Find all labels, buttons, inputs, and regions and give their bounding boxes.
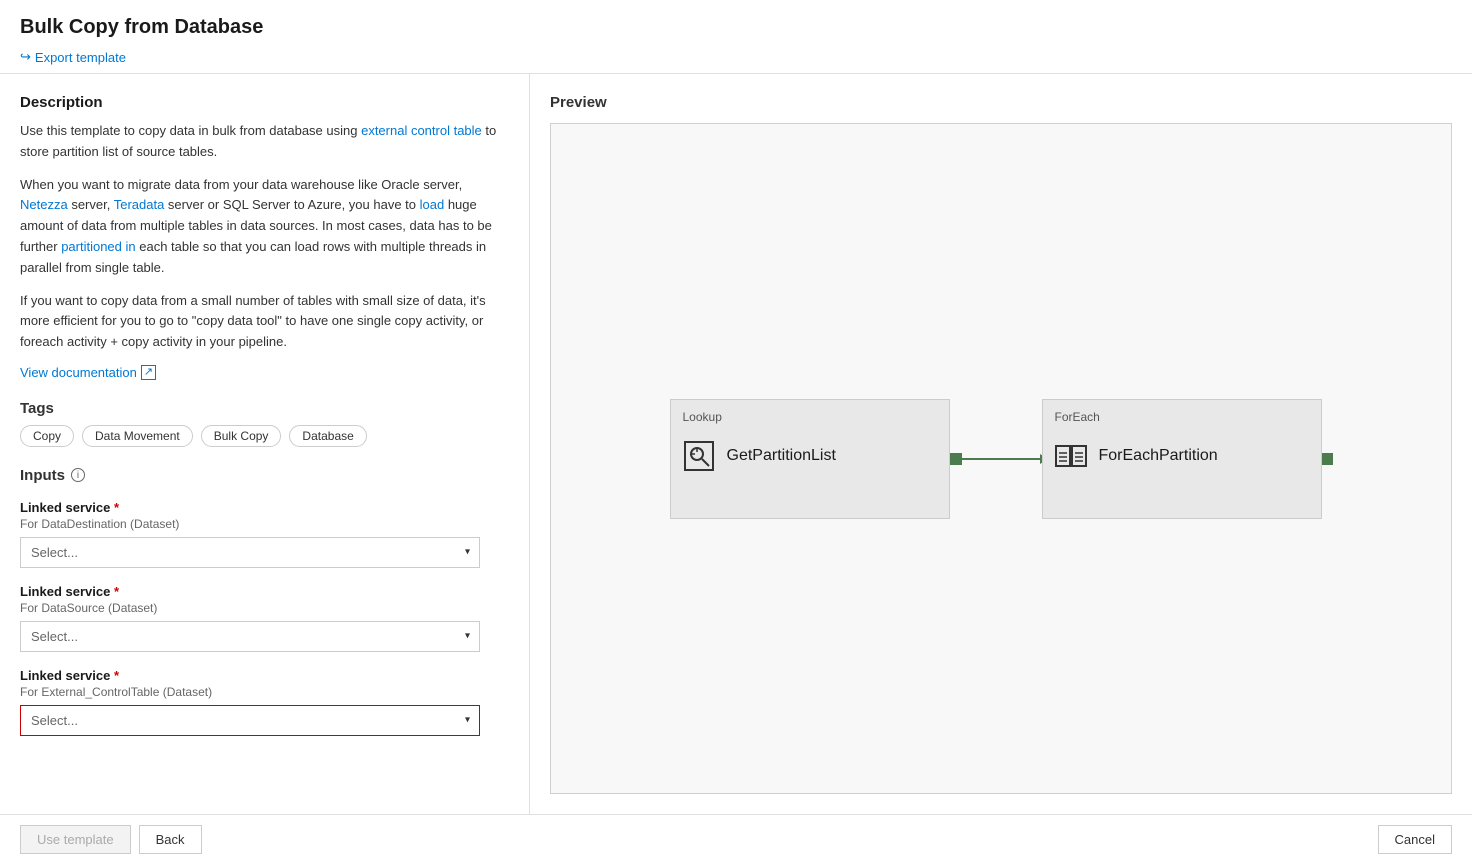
inputs-header: Inputs i [20, 467, 509, 484]
left-panel: Description Use this template to copy da… [0, 74, 530, 814]
input-label-2: Linked service * [20, 584, 509, 599]
input-sublabel-1: For DataDestination (Dataset) [20, 517, 509, 531]
bottom-bar: Use template Back Cancel [0, 814, 1472, 864]
bottom-left-buttons: Use template Back [20, 825, 202, 854]
description-para2: When you want to migrate data from your … [20, 175, 509, 279]
external-link-icon: ↗ [141, 365, 156, 380]
bottom-right-buttons: Cancel [1378, 825, 1452, 854]
preview-label: Preview [550, 94, 1452, 111]
input-group-destination: Linked service * For DataDestination (Da… [20, 500, 509, 568]
view-documentation-link[interactable]: View documentation ↗ [20, 365, 156, 380]
linked-service-source-select[interactable]: Select... [20, 621, 480, 652]
linked-service-destination-select[interactable]: Select... [20, 537, 480, 568]
linked-service-controltable-select[interactable]: Select... [20, 705, 480, 736]
tag-data-movement: Data Movement [82, 425, 193, 447]
select-wrapper-1: Select... ▾ [20, 537, 480, 568]
description-para3: If you want to copy data from a small nu… [20, 291, 509, 353]
select-wrapper-2: Select... ▾ [20, 621, 480, 652]
foreach-type-label: ForEach [1055, 410, 1309, 424]
lookup-icon [683, 440, 715, 472]
input-label-3: Linked service * [20, 668, 509, 683]
description-para1: Use this template to copy data in bulk f… [20, 121, 509, 163]
connector-dot-right [1321, 453, 1333, 465]
export-template-link[interactable]: ↪ Export template [20, 49, 126, 65]
lookup-node: Lookup GetPartitionList [670, 399, 950, 519]
inputs-info-icon: i [71, 468, 85, 482]
tag-database: Database [289, 425, 366, 447]
description-title: Description [20, 94, 509, 111]
lookup-type-label: Lookup [683, 410, 937, 424]
tags-container: Copy Data Movement Bulk Copy Database [20, 425, 509, 447]
foreach-node: ForEach [1042, 399, 1322, 519]
inputs-section: Inputs i Linked service * For DataDestin… [20, 467, 509, 736]
tags-section: Tags Copy Data Movement Bulk Copy Databa… [20, 400, 509, 447]
input-sublabel-2: For DataSource (Dataset) [20, 601, 509, 615]
tag-copy: Copy [20, 425, 74, 447]
input-sublabel-3: For External_ControlTable (Dataset) [20, 685, 509, 699]
connector-dot-left [950, 453, 962, 465]
cancel-button[interactable]: Cancel [1378, 825, 1452, 854]
select-wrapper-3: Select... ▾ [20, 705, 480, 736]
foreach-node-name: ForEachPartition [1099, 447, 1218, 465]
page-title: Bulk Copy from Database [20, 16, 1452, 39]
export-arrow-icon: ↪ [20, 49, 31, 65]
foreach-body: ForEachPartition [1055, 432, 1309, 480]
preview-canvas: Lookup GetPartitionList [550, 123, 1452, 794]
tag-bulk-copy: Bulk Copy [201, 425, 282, 447]
foreach-icon [1055, 440, 1087, 472]
tags-title: Tags [20, 400, 509, 417]
connector [950, 453, 1042, 465]
input-group-source: Linked service * For DataSource (Dataset… [20, 584, 509, 652]
back-button[interactable]: Back [139, 825, 202, 854]
right-panel: Preview Lookup [530, 74, 1472, 814]
lookup-node-name: GetPartitionList [727, 447, 836, 465]
use-template-button[interactable]: Use template [20, 825, 131, 854]
input-group-control-table: Linked service * For External_ControlTab… [20, 668, 509, 736]
lookup-body: GetPartitionList [683, 432, 937, 480]
pipeline-diagram: Lookup GetPartitionList [670, 399, 1333, 519]
input-label-1: Linked service * [20, 500, 509, 515]
